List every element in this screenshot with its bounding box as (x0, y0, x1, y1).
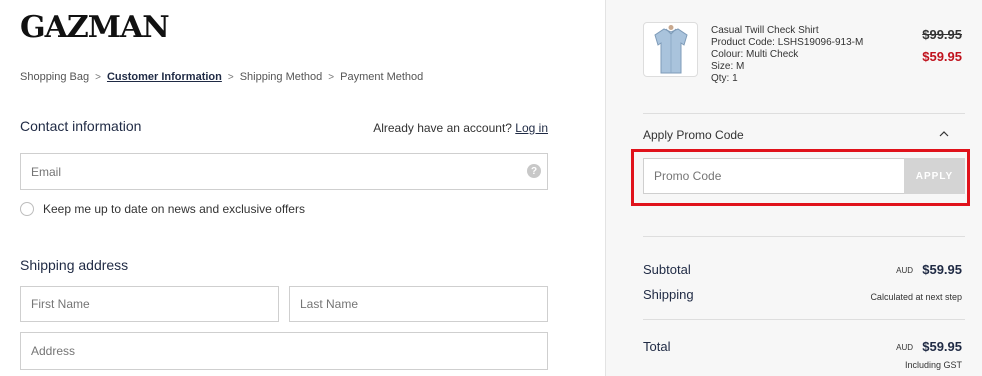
shipping-value: Calculated at next step (870, 292, 962, 302)
newsletter-checkbox[interactable] (20, 202, 34, 216)
original-price: $99.95 (922, 27, 962, 42)
product-code: Product Code: LSHS19096-913-M (711, 37, 864, 48)
checkout-form-panel: GAZMAN Shopping Bag > Customer Informati… (0, 0, 605, 376)
last-name-field[interactable] (300, 297, 547, 311)
breadcrumb-payment-method: Payment Method (340, 71, 424, 83)
total-value: $59.95 (922, 339, 962, 354)
product-colour: Colour: Multi Check (711, 49, 799, 60)
product-details: Casual Twill Check Shirt Product Code: L… (711, 25, 863, 85)
breadcrumb-shipping-method: Shipping Method (239, 71, 323, 83)
newsletter-label: Keep me up to date on news and exclusive… (43, 202, 305, 216)
divider (643, 113, 965, 114)
sale-price: $59.95 (922, 49, 962, 64)
product-thumbnail (643, 22, 698, 77)
brand-logo[interactable]: GAZMAN (20, 10, 170, 45)
first-name-field[interactable] (31, 297, 278, 311)
contact-heading: Contact information (20, 118, 142, 134)
last-name-container (289, 286, 548, 322)
promo-code-input[interactable] (654, 169, 904, 183)
shipping-heading: Shipping address (20, 257, 129, 273)
promo-title[interactable]: Apply Promo Code (643, 128, 744, 142)
login-link[interactable]: Log in (515, 121, 548, 135)
divider (643, 319, 965, 320)
order-summary-panel: Casual Twill Check Shirt Product Code: L… (605, 0, 982, 376)
breadcrumb-shopping-bag[interactable]: Shopping Bag (20, 71, 89, 83)
breadcrumb-separator-icon: > (227, 71, 234, 83)
shipping-label: Shipping (643, 287, 694, 302)
address-container (20, 332, 548, 370)
breadcrumb: Shopping Bag > Customer Information > Sh… (20, 71, 423, 83)
breadcrumb-separator-icon: > (95, 71, 101, 83)
subtotal-label: Subtotal (643, 262, 691, 277)
subtotal-currency: AUD (896, 266, 913, 275)
apply-promo-button[interactable]: APPLY (904, 158, 965, 194)
breadcrumb-separator-icon: > (328, 71, 335, 83)
subtotal-value: $59.95 (922, 262, 962, 277)
total-currency: AUD (896, 343, 913, 352)
chevron-up-icon[interactable] (938, 128, 950, 140)
login-prompt: Already have an account? Log in (373, 121, 548, 135)
total-note: Including GST (904, 360, 962, 370)
have-account-text: Already have an account? (373, 121, 512, 135)
divider (643, 236, 965, 237)
product-size: Size: M (711, 61, 745, 72)
email-field[interactable] (31, 164, 547, 179)
email-field-container: ? (20, 153, 548, 190)
promo-input-container (643, 158, 905, 194)
product-qty: Qty: 1 (711, 73, 738, 84)
newsletter-option[interactable]: Keep me up to date on news and exclusive… (20, 202, 305, 216)
shirt-image-icon (653, 24, 688, 73)
address-field[interactable] (31, 344, 547, 358)
first-name-container (20, 286, 279, 322)
product-name: Casual Twill Check Shirt (711, 25, 819, 36)
help-icon[interactable]: ? (527, 164, 541, 178)
total-label: Total (643, 339, 671, 354)
breadcrumb-customer-information[interactable]: Customer Information (107, 71, 222, 83)
